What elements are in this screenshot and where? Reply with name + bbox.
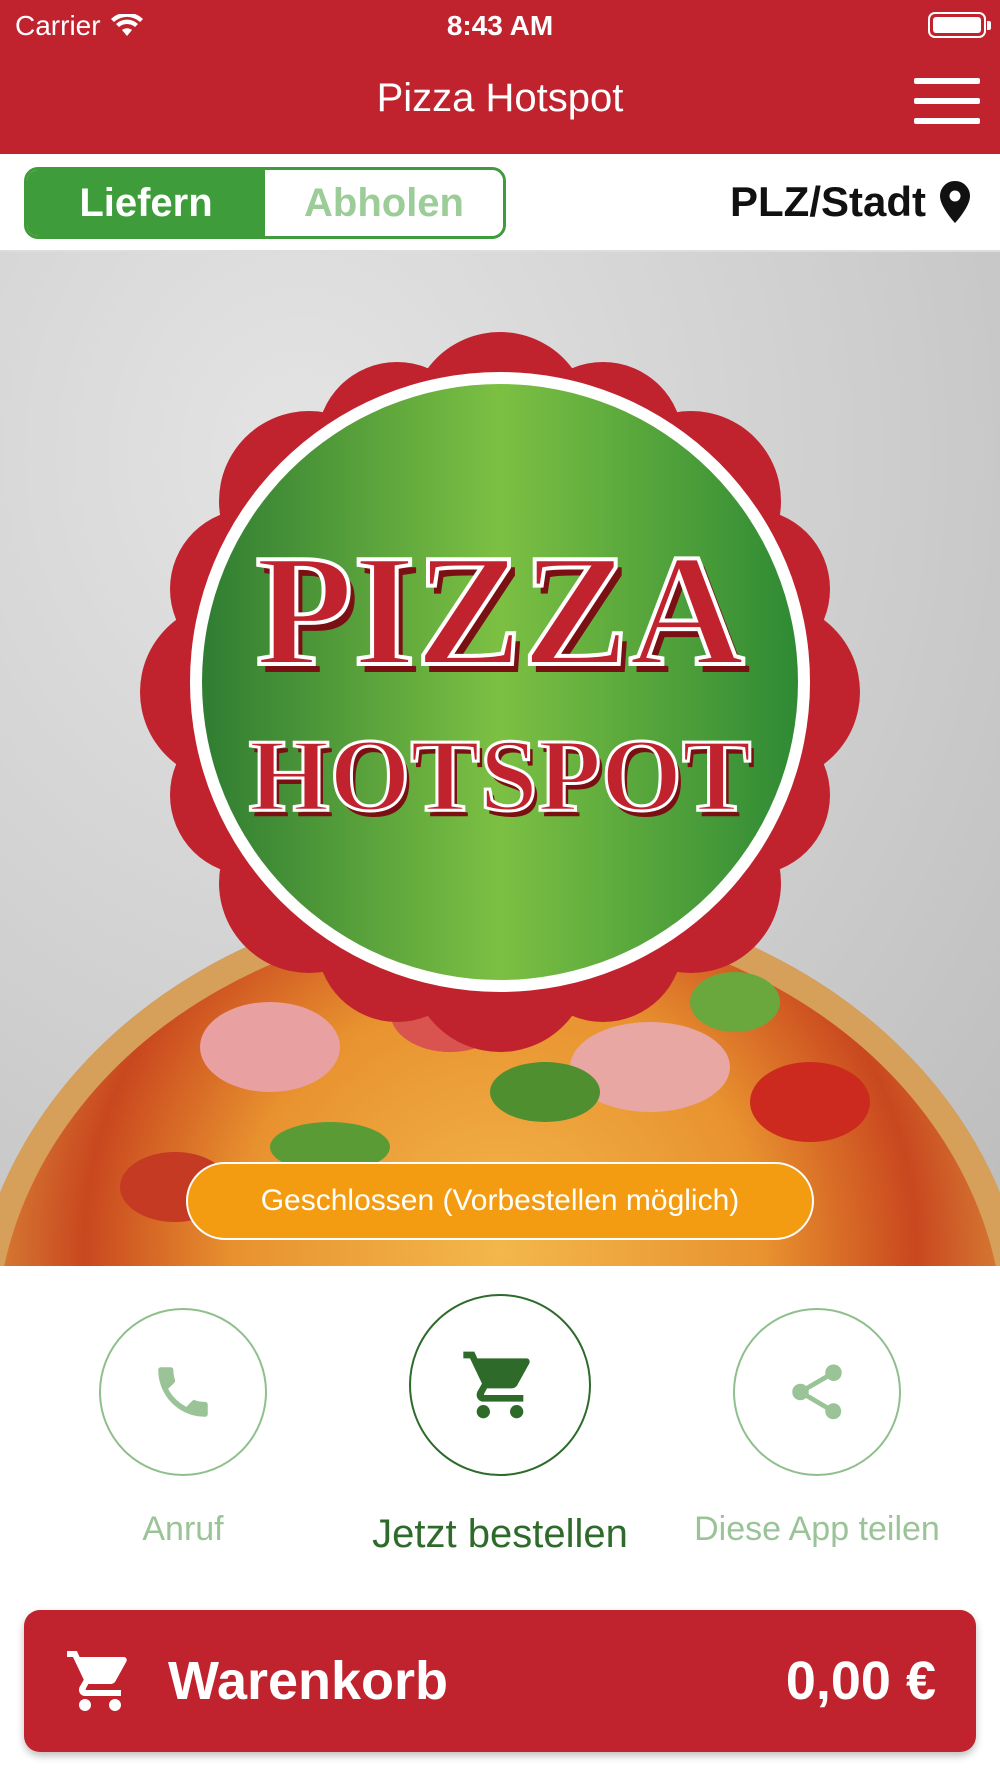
map-pin-icon (940, 181, 970, 223)
hero-banner: PIZZA PIZZA HOTSPOT HOTSPOT Geschlossen … (0, 252, 1000, 1266)
delivery-pickup-toggle: Liefern Abholen (24, 167, 506, 239)
location-label: PLZ/Stadt (730, 178, 926, 225)
shopping-cart-icon (67, 1651, 127, 1711)
cart-label: Warenkorb (168, 1651, 449, 1711)
logo-line1: PIZZA (256, 521, 745, 699)
page-title: Pizza Hotspot (376, 76, 624, 120)
quick-actions: Anruf Jetzt bestellen Diese App teilen (0, 1266, 1000, 1596)
status-bar: Carrier 8:43 AM (0, 0, 1000, 50)
call-button[interactable] (99, 1308, 267, 1476)
cart-icon (463, 1351, 530, 1419)
battery-icon (928, 12, 991, 38)
logo-line2: HOTSPOT (249, 718, 752, 833)
share-button[interactable] (733, 1308, 901, 1476)
call-action[interactable]: Anruf (48, 1308, 318, 1549)
order-action[interactable]: Jetzt bestellen (365, 1294, 635, 1557)
share-action[interactable]: Diese App teilen (682, 1308, 952, 1549)
cart-button[interactable]: Warenkorb 0,00 € (24, 1610, 976, 1752)
tab-pickup[interactable]: Abholen (265, 170, 503, 236)
cart-total: 0,00 € (785, 1651, 936, 1711)
share-icon (792, 1364, 842, 1420)
order-now-button[interactable] (409, 1294, 591, 1476)
tab-deliver[interactable]: Liefern (27, 170, 265, 236)
phone-icon (158, 1367, 208, 1417)
share-label: Diese App teilen (694, 1510, 940, 1548)
location-selector[interactable]: PLZ/Stadt (730, 178, 970, 226)
order-now-label: Jetzt bestellen (372, 1512, 628, 1556)
pizza-hotspot-logo: PIZZA PIZZA HOTSPOT HOTSPOT (140, 332, 860, 1052)
clock: 8:43 AM (446, 10, 554, 41)
top-bar: Carrier 8:43 AM Pizza Hotspot (0, 0, 1000, 154)
call-label: Anruf (142, 1510, 224, 1548)
hamburger-menu-icon[interactable] (914, 78, 980, 124)
order-mode-bar: Liefern Abholen PLZ/Stadt (0, 154, 1000, 252)
opening-status-badge[interactable]: Geschlossen (Vorbestellen möglich) (186, 1162, 814, 1240)
